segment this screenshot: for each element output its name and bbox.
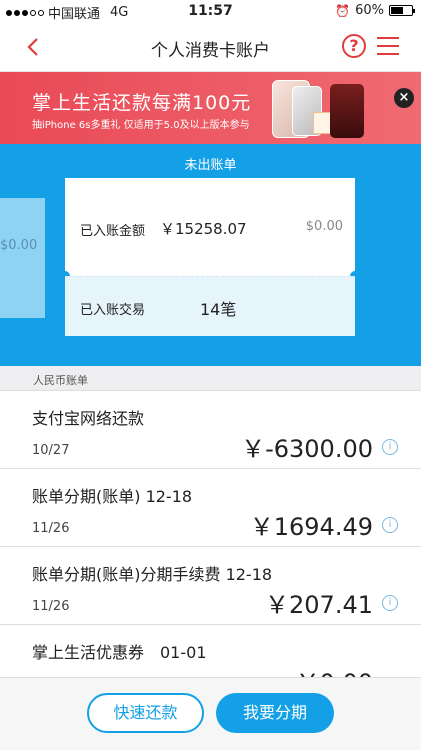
posted-amount-label: 已入账金额 <box>80 224 146 239</box>
txn-desc: 账单分期(账单)分期手续费 12-18 <box>32 565 273 584</box>
txn-date: 11/26 <box>32 521 70 536</box>
previous-bill-card[interactable]: $0.00 <box>0 198 45 318</box>
battery-percent: 60% <box>355 3 384 18</box>
txn-amount: ￥1694.49 <box>249 513 373 541</box>
card-zigzag-edge <box>65 335 355 340</box>
section-header: 人民币账单 <box>0 366 421 391</box>
posted-txn-section: 已入账交易 14笔 <box>65 276 355 340</box>
bill-summary: 未出账单 $0.00 已入账金额 ￥15258.07 $0.00 已入账交易 1… <box>0 144 421 366</box>
installment-button[interactable]: 我要分期 <box>216 693 334 733</box>
promo-banner[interactable]: 掌上生活还款每满100元 抽iPhone 6s多重礼 仅适用于5.0及以上版本参… <box>0 72 421 144</box>
nav-bar: 个人消费卡账户 ? <box>0 22 421 72</box>
table-row[interactable]: 账单分期(账单) 12-18 11/26 ￥1694.49 i <box>0 469 421 547</box>
txn-amount: ￥207.41 <box>265 591 373 619</box>
battery-icon <box>389 5 415 16</box>
unbilled-card[interactable]: 已入账金额 ￥15258.07 $0.00 已入账交易 14笔 <box>60 178 360 340</box>
luggage-image <box>330 84 364 138</box>
previous-bill-amount: $0.00 <box>0 238 38 253</box>
banner-subtext: 抽iPhone 6s多重礼 仅适用于5.0及以上版本参与 <box>32 120 250 131</box>
info-icon[interactable]: i <box>382 439 398 455</box>
posted-amount-section: 已入账金额 ￥15258.07 $0.00 <box>65 178 355 276</box>
bottom-action-bar: 快速还款 我要分期 <box>0 677 421 750</box>
info-icon[interactable]: i <box>382 517 398 533</box>
txn-desc: 掌上生活优惠券 01-01 <box>32 643 207 662</box>
txn-amount: ￥-6300.00 <box>241 435 373 463</box>
txn-desc: 支付宝网络还款 <box>32 409 145 428</box>
alarm-icon: ⏰ <box>335 3 351 18</box>
table-row[interactable]: 账单分期(账单)分期手续费 12-18 11/26 ￥207.41 i <box>0 547 421 625</box>
transaction-list: 支付宝网络还款 10/27 ￥-6300.00 i 账单分期(账单) 12-18… <box>0 391 421 677</box>
posted-amount-usd: $0.00 <box>305 219 343 234</box>
status-bar: 中国联通 4G 11:57 ⏰ 60% <box>0 0 421 22</box>
unbilled-label: 未出账单 <box>184 158 237 173</box>
txn-desc: 账单分期(账单) 12-18 <box>32 487 193 506</box>
txn-date: 11/26 <box>32 599 70 614</box>
txn-amount: ￥0.00 <box>296 663 373 677</box>
status-right: ⏰ 60% <box>335 3 415 18</box>
table-row[interactable]: 掌上生活优惠券 01-01 ￥0.00 <box>0 625 421 677</box>
posted-txn-count: 14笔 <box>200 300 237 319</box>
banner-close-icon[interactable]: × <box>394 88 414 108</box>
menu-icon[interactable] <box>377 37 399 55</box>
section-title: 人民币账单 <box>33 374 88 387</box>
help-icon[interactable]: ? <box>342 34 366 58</box>
posted-txn-label: 已入账交易 <box>80 303 146 318</box>
quick-repay-button[interactable]: 快速还款 <box>87 693 204 733</box>
posted-amount-cny: ￥15258.07 <box>160 220 247 238</box>
txn-date: 10/27 <box>32 443 70 458</box>
banner-headline: 掌上生活还款每满100元 <box>32 92 252 114</box>
table-row[interactable]: 支付宝网络还款 10/27 ￥-6300.00 i <box>0 391 421 469</box>
info-icon[interactable]: i <box>382 595 398 611</box>
